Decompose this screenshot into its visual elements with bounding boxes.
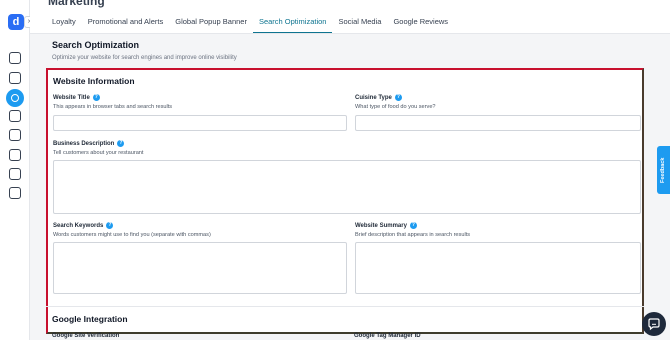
website-title-hint: This appears in browser tabs and search … [53, 104, 173, 110]
help-icon[interactable]: ? [117, 140, 125, 147]
website-information-card: Website Information Website Title ? This… [46, 68, 644, 334]
search-keywords-field: Search Keywords ? Words customers might … [53, 222, 211, 238]
help-icon[interactable]: ? [106, 222, 114, 229]
search-keywords-label: Search Keywords [53, 222, 104, 229]
website-summary-field: Website Summary ? Brief description that… [355, 222, 470, 238]
google-tag-manager-label: Google Tag Manager ID [354, 333, 421, 339]
business-description-field: Business Description ? Tell customers ab… [53, 140, 143, 156]
help-icon[interactable]: ? [409, 222, 417, 229]
tab-google-reviews[interactable]: Google Reviews [387, 11, 454, 33]
feedback-button[interactable]: Feedback [657, 146, 670, 194]
chat-button[interactable] [642, 312, 666, 336]
tab-social-media[interactable]: Social Media [332, 11, 387, 33]
tab-promotional-alerts[interactable]: Promotional and Alerts [82, 11, 169, 33]
page-header: Marketing Loyalty Promotional and Alerts… [30, 0, 670, 34]
help-icon[interactable]: ? [92, 94, 100, 101]
website-summary-textarea[interactable] [355, 242, 641, 294]
tab-loyalty[interactable]: Loyalty [46, 11, 82, 33]
feedback-label: Feedback [660, 157, 666, 183]
google-site-verification-label: Google Site Verification [52, 333, 120, 339]
google-integration-title: Google Integration [52, 314, 128, 324]
integrations-icon[interactable] [9, 168, 21, 180]
cuisine-type-label: Cuisine Type [355, 94, 392, 101]
website-summary-hint: Brief description that appears in search… [355, 232, 471, 238]
search-keywords-textarea[interactable] [53, 242, 347, 294]
brand-logo[interactable]: d [8, 14, 24, 30]
section-divider [46, 306, 644, 307]
main-content: Search Optimization Optimize your websit… [30, 34, 670, 340]
business-description-label: Business Description [53, 140, 115, 147]
website-title-field: Website Title ? This appears in browser … [53, 94, 172, 110]
website-title-label: Website Title [53, 94, 90, 101]
cuisine-type-field: Cuisine Type ? What type of food do you … [355, 94, 436, 110]
cuisine-type-hint: What type of food do you serve? [355, 104, 436, 110]
tab-bar: Loyalty Promotional and Alerts Global Po… [46, 11, 454, 33]
help-icon[interactable]: ? [394, 94, 402, 101]
business-description-textarea[interactable] [53, 160, 641, 214]
search-keywords-hint: Words customers might use to find you (s… [53, 232, 211, 238]
tab-search-optimization[interactable]: Search Optimization [252, 11, 333, 33]
website-title-input[interactable] [53, 115, 347, 131]
business-description-hint: Tell customers about your restaurant [53, 150, 144, 156]
section-subtitle: Optimize your website for search engines… [52, 55, 237, 61]
marketing-icon[interactable] [6, 89, 24, 107]
media-icon[interactable] [9, 129, 21, 141]
page-title: Marketing [48, 0, 105, 8]
store-icon[interactable] [9, 110, 21, 122]
section-header: Search Optimization Optimize your websit… [52, 40, 237, 61]
orders-icon[interactable] [9, 72, 21, 84]
website-summary-label: Website Summary [355, 222, 407, 229]
section-title: Search Optimization [52, 40, 140, 50]
sidebar: d › [0, 0, 34, 340]
menu-item-icon[interactable] [9, 52, 21, 64]
card-title: Website Information [53, 76, 135, 86]
app-root: d › Marketing Loyalty Promotional and Al… [0, 0, 670, 340]
gallery-icon[interactable] [9, 149, 21, 161]
tab-global-popup-banner[interactable]: Global Popup Banner [169, 11, 253, 33]
chat-icon [648, 318, 660, 331]
cuisine-type-input[interactable] [355, 115, 641, 131]
settings-icon[interactable] [9, 187, 21, 199]
